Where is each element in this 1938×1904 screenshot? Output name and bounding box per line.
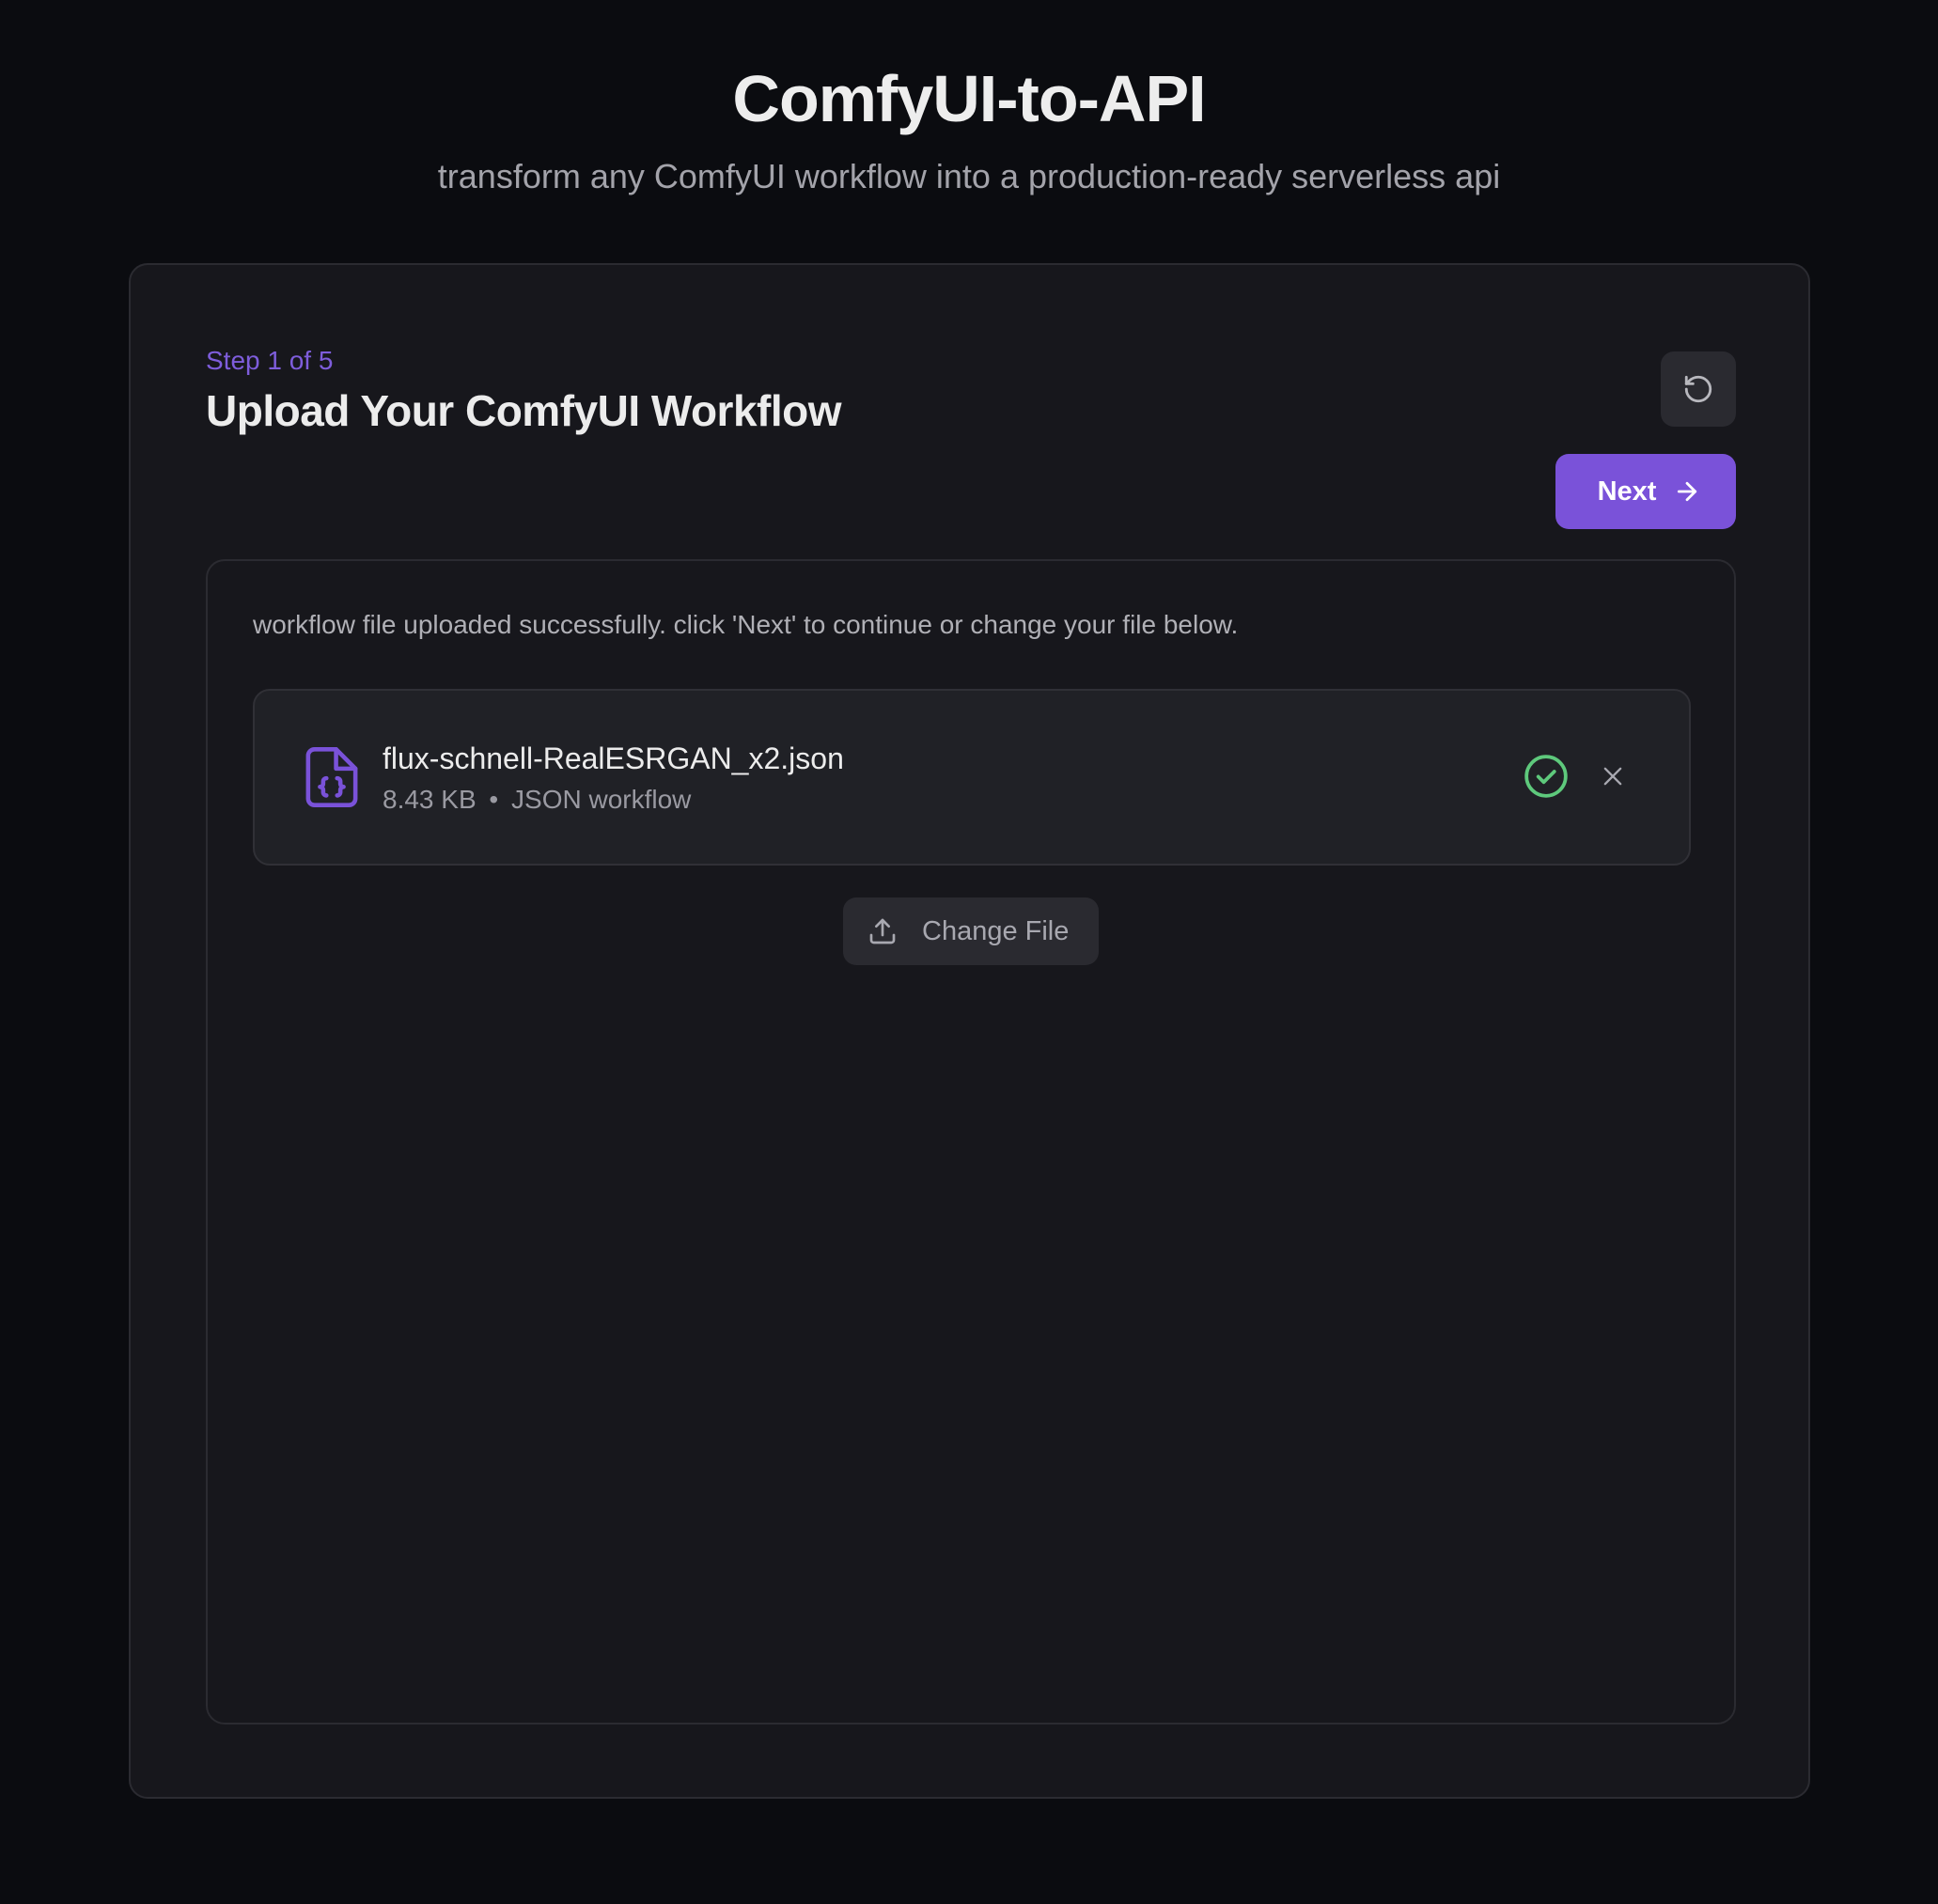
- change-file-label: Change File: [922, 915, 1070, 946]
- file-type: JSON workflow: [511, 785, 692, 814]
- wizard-card: Step 1 of 5 Upload Your ComfyUI Workflow…: [129, 263, 1810, 1799]
- upload-panel: workflow file uploaded successfully. cli…: [206, 559, 1736, 1725]
- file-name: flux-schnell-RealESRGAN_x2.json: [383, 741, 844, 775]
- app-title: ComfyUI-to-API: [732, 62, 1206, 135]
- page: ComfyUI-to-API transform any ComfyUI wor…: [0, 0, 1938, 1904]
- rotate-ccw-icon: [1684, 375, 1712, 403]
- meta-separator: •: [489, 785, 499, 814]
- app-subtitle: transform any ComfyUI workflow into a pr…: [437, 157, 1501, 195]
- check-circle-icon: [1524, 755, 1568, 798]
- change-file-button[interactable]: Change File: [843, 897, 1099, 965]
- close-icon: [1603, 767, 1622, 786]
- upload-status-message: workflow file uploaded successfully. cli…: [253, 610, 1239, 639]
- step-indicator: Step 1 of 5: [206, 346, 334, 375]
- step-title: Upload Your ComfyUI Workflow: [206, 386, 842, 435]
- arrow-right-icon: [1678, 481, 1697, 502]
- file-size: 8.43 KB: [383, 785, 477, 814]
- upload-icon: [869, 918, 896, 944]
- next-button[interactable]: Next: [1555, 454, 1736, 529]
- reset-button[interactable]: [1661, 351, 1736, 427]
- remove-file-button[interactable]: [1589, 753, 1636, 800]
- file-json-icon: [305, 747, 358, 807]
- file-meta: 8.43 KB • JSON workflow: [383, 783, 691, 817]
- uploaded-file-card: flux-schnell-RealESRGAN_x2.json 8.43 KB …: [253, 689, 1691, 866]
- next-button-label: Next: [1597, 476, 1657, 507]
